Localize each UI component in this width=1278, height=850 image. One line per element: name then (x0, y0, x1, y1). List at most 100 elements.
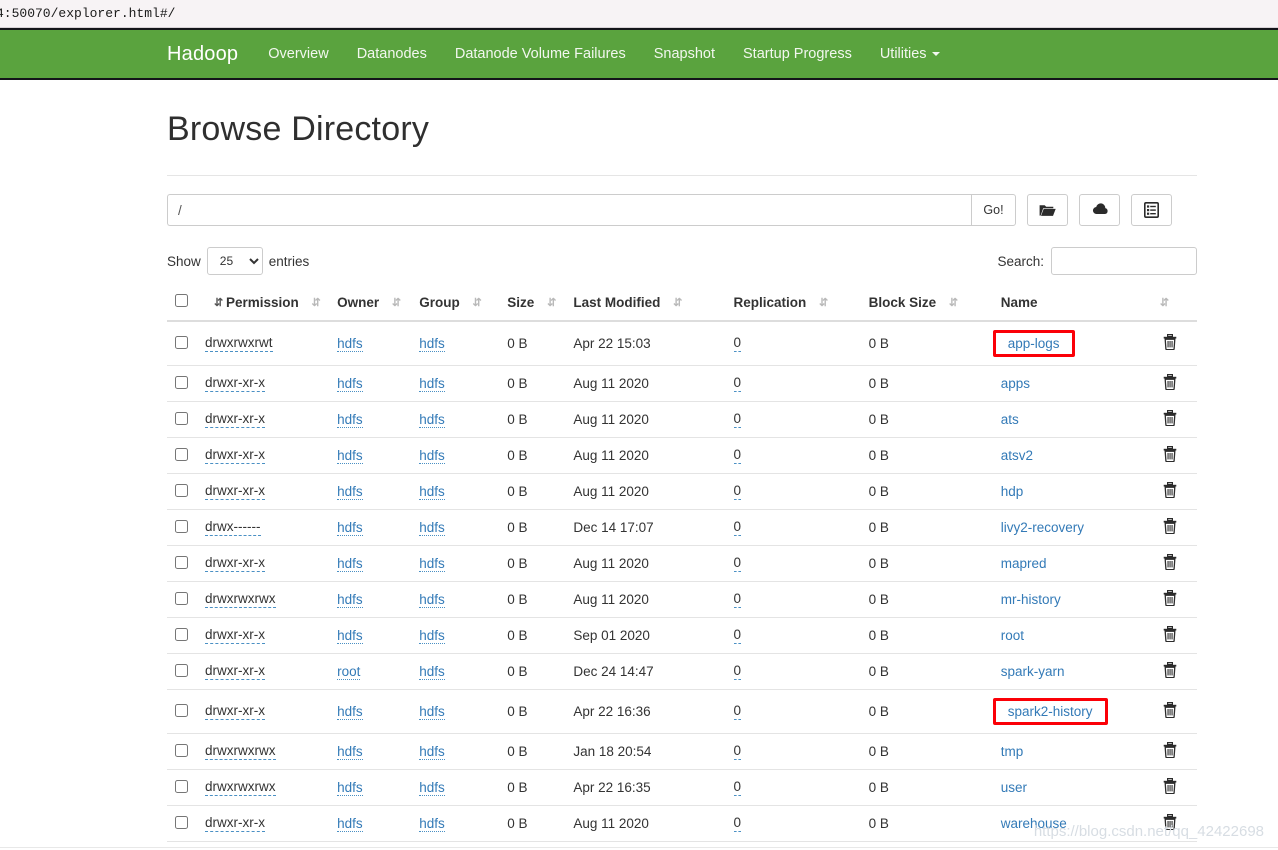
file-name-link[interactable]: hdp (1001, 484, 1024, 499)
permission-value[interactable]: drwxr-xr-x (205, 483, 266, 501)
file-name-link[interactable]: apps (1001, 376, 1030, 391)
sort-icon[interactable]: ⇵ (392, 296, 401, 309)
owner-value[interactable]: hdfs (337, 520, 363, 536)
owner-value[interactable]: hdfs (337, 628, 363, 644)
file-name-link[interactable]: user (1001, 780, 1027, 795)
group-value[interactable]: hdfs (419, 592, 445, 608)
group-value[interactable]: hdfs (419, 780, 445, 796)
path-input[interactable] (167, 194, 971, 226)
owner-value[interactable]: hdfs (337, 780, 363, 796)
replication-value[interactable]: 0 (733, 779, 742, 797)
select-all-checkbox[interactable] (175, 294, 188, 307)
replication-value[interactable]: 0 (733, 555, 742, 573)
owner-value[interactable]: hdfs (337, 412, 363, 428)
delete-button[interactable] (1163, 590, 1177, 607)
header-size[interactable]: Size ⇵ (499, 288, 566, 322)
delete-button[interactable] (1163, 662, 1177, 679)
replication-value[interactable]: 0 (733, 663, 742, 681)
delete-button[interactable] (1163, 334, 1177, 351)
file-name-link[interactable]: spark2-history (1008, 704, 1093, 719)
permission-value[interactable]: drwxr-xr-x (205, 663, 266, 681)
permission-value[interactable]: drwxrwxrwx (205, 743, 276, 761)
replication-value[interactable]: 0 (733, 627, 742, 645)
group-value[interactable]: hdfs (419, 744, 445, 760)
header-owner[interactable]: Owner ⇵ (329, 288, 412, 322)
permission-value[interactable]: drwxr-xr-x (205, 703, 266, 721)
replication-value[interactable]: 0 (733, 743, 742, 761)
browser-url-bar[interactable]: 4:50070/explorer.html#/ (0, 0, 1278, 28)
permission-value[interactable]: drwx------ (205, 519, 261, 537)
owner-value[interactable]: hdfs (337, 556, 363, 572)
owner-value[interactable]: root (337, 664, 361, 680)
file-name-link[interactable]: atsv2 (1001, 448, 1033, 463)
nav-item-utilities[interactable]: Utilities (880, 46, 940, 62)
page-length-select[interactable]: 2550100 (206, 247, 263, 275)
sort-icon[interactable]: ⇵ (673, 296, 682, 309)
row-checkbox[interactable] (175, 815, 188, 829)
replication-value[interactable]: 0 (733, 375, 742, 393)
delete-button[interactable] (1163, 554, 1177, 571)
file-name-link[interactable]: warehouse (1001, 816, 1067, 831)
create-directory-button[interactable] (1027, 194, 1068, 226)
owner-value[interactable]: hdfs (337, 704, 363, 720)
permission-value[interactable]: drwxr-xr-x (205, 411, 266, 429)
file-name-link[interactable]: livy2-recovery (1001, 520, 1084, 535)
replication-value[interactable]: 0 (733, 591, 742, 609)
nav-item-overview[interactable]: Overview (268, 46, 328, 62)
snapshot-button[interactable] (1131, 194, 1172, 226)
owner-value[interactable]: hdfs (337, 448, 363, 464)
go-button[interactable]: Go! (971, 194, 1016, 226)
row-checkbox[interactable] (175, 483, 188, 497)
row-checkbox[interactable] (175, 627, 188, 641)
delete-button[interactable] (1163, 702, 1177, 719)
owner-value[interactable]: hdfs (337, 744, 363, 760)
sort-icon[interactable]: ⇵ (949, 296, 958, 309)
group-value[interactable]: hdfs (419, 816, 445, 832)
group-value[interactable]: hdfs (419, 556, 445, 572)
file-name-link[interactable]: ats (1001, 412, 1019, 427)
row-checkbox[interactable] (175, 743, 188, 757)
group-value[interactable]: hdfs (419, 376, 445, 392)
file-name-link[interactable]: tmp (1001, 744, 1024, 759)
sort-icon[interactable]: ⇵ (547, 296, 556, 309)
delete-button[interactable] (1163, 410, 1177, 427)
delete-button[interactable] (1163, 374, 1177, 391)
row-checkbox[interactable] (175, 375, 188, 389)
owner-value[interactable]: hdfs (337, 336, 363, 352)
sort-icon[interactable]: ⇵ (312, 296, 321, 309)
file-name-link[interactable]: root (1001, 628, 1024, 643)
replication-value[interactable]: 0 (733, 519, 742, 537)
file-name-link[interactable]: spark-yarn (1001, 664, 1065, 679)
header-permission[interactable]: ⇵ Permission ⇵ (197, 288, 330, 322)
sort-icon[interactable]: ⇵ (819, 296, 828, 309)
permission-value[interactable]: drwxrwxrwt (205, 335, 273, 353)
permission-value[interactable]: drwxr-xr-x (205, 447, 266, 465)
row-checkbox[interactable] (175, 519, 188, 533)
delete-button[interactable] (1163, 778, 1177, 795)
replication-value[interactable]: 0 (733, 335, 742, 353)
group-value[interactable]: hdfs (419, 336, 445, 352)
upload-file-button[interactable] (1079, 194, 1120, 226)
owner-value[interactable]: hdfs (337, 592, 363, 608)
group-value[interactable]: hdfs (419, 448, 445, 464)
file-name-link[interactable]: app-logs (1008, 336, 1060, 351)
header-name[interactable]: Name (992, 288, 1143, 322)
delete-button[interactable] (1163, 482, 1177, 499)
row-checkbox[interactable] (175, 591, 188, 605)
replication-value[interactable]: 0 (733, 703, 742, 721)
owner-value[interactable]: hdfs (337, 376, 363, 392)
search-input[interactable] (1051, 247, 1197, 275)
group-value[interactable]: hdfs (419, 520, 445, 536)
group-value[interactable]: hdfs (419, 484, 445, 500)
sort-icon[interactable]: ⇵ (472, 296, 481, 309)
delete-button[interactable] (1163, 742, 1177, 759)
file-name-link[interactable]: mr-history (1001, 592, 1061, 607)
permission-value[interactable]: drwxr-xr-x (205, 375, 266, 393)
file-name-link[interactable]: mapred (1001, 556, 1047, 571)
header-replication[interactable]: Replication ⇵ (725, 288, 861, 322)
delete-button[interactable] (1163, 626, 1177, 643)
header-last-modified[interactable]: Last Modified ⇵ (565, 288, 726, 322)
permission-value[interactable]: drwxr-xr-x (205, 555, 266, 573)
sort-icon[interactable]: ⇵ (214, 296, 223, 309)
row-checkbox[interactable] (175, 411, 188, 425)
